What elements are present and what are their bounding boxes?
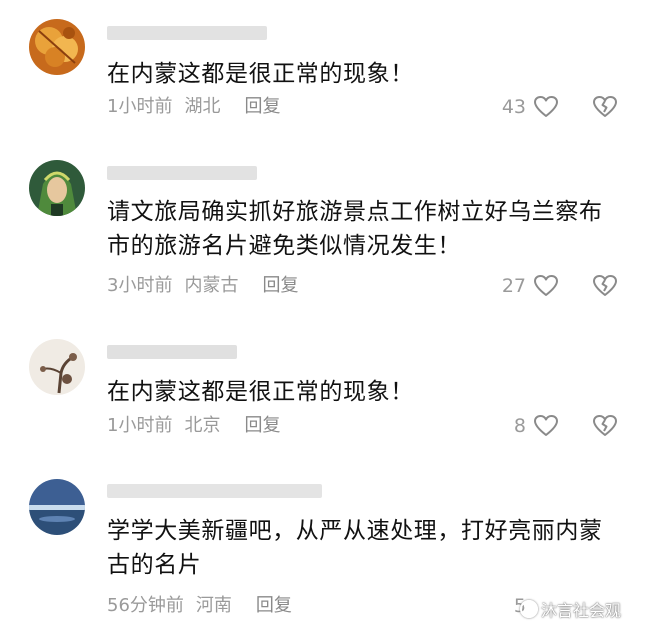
comment-text: 请文旅局确实抓好旅游景点工作树立好乌兰察布市的旅游名片避免类似情况发生！ [107,199,603,259]
comment-meta: 1小时前 北京 回复 [107,414,292,438]
reply-button[interactable]: 回复 [244,96,280,117]
avatar[interactable] [29,339,85,395]
avatar[interactable] [29,479,85,535]
reply-button[interactable]: 回复 [244,415,280,436]
comment-text: 在内蒙这都是很正常的现象！ [107,61,414,87]
comment-time: 56分钟前 [107,595,184,616]
like-count: 27 [501,275,526,297]
comment-location: 河南 [195,595,232,616]
watermark-logo-icon [520,600,538,618]
comment-meta: 56分钟前 河南 回复 [107,594,304,618]
comment-time: 1小时前 [107,96,173,117]
like-count: 43 [501,96,526,118]
watermark: 沐言社会观 [520,597,621,621]
heart-outline-icon[interactable] [533,274,559,298]
comment-location: 北京 [184,415,221,436]
username-blurred[interactable] [107,164,277,180]
reply-button[interactable]: 回复 [262,275,298,296]
broken-heart-icon[interactable] [592,414,618,438]
username-blurred[interactable] [107,343,277,359]
like-count: 8 [513,415,526,437]
comment-text: 在内蒙这都是很正常的现象！ [107,379,414,405]
username-blurred[interactable] [107,482,322,498]
broken-heart-icon[interactable] [592,274,618,298]
comment-time: 1小时前 [107,415,173,436]
comment-text: 学学大美新疆吧，从严从速处理，打好亮丽内蒙古的名片 [107,518,603,578]
heart-outline-icon[interactable] [533,95,559,119]
comment-meta: 1小时前 湖北 回复 [107,95,292,119]
avatar[interactable] [29,160,85,216]
comment-location: 内蒙古 [184,275,239,296]
reply-button[interactable]: 回复 [256,595,292,616]
comment-location: 湖北 [184,96,221,117]
watermark-text: 沐言社会观 [541,601,622,620]
comment-meta: 3小时前 内蒙古 回复 [107,274,310,298]
comment-time: 3小时前 [107,275,173,296]
heart-outline-icon[interactable] [533,414,559,438]
broken-heart-icon[interactable] [592,95,618,119]
username-blurred[interactable] [107,24,277,40]
avatar[interactable] [29,19,85,75]
